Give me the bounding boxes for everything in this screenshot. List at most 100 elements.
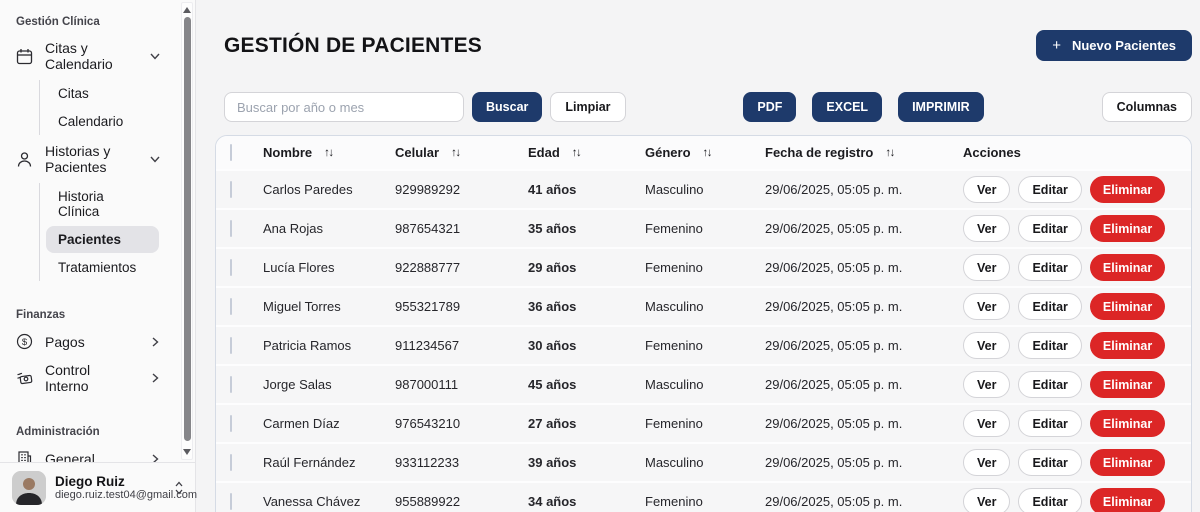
sidebar-item-label: Control Interno — [45, 362, 91, 394]
row-checkbox[interactable] — [230, 493, 232, 510]
col-header-acciones: Acciones — [963, 145, 1021, 160]
citas-sub-list: Citas Calendario — [39, 80, 159, 135]
delete-button[interactable]: Eliminar — [1089, 332, 1166, 359]
chevron-down-icon — [149, 153, 161, 165]
edit-button[interactable]: Editar — [1018, 449, 1082, 476]
sidebar-item-citas-calendario[interactable]: Citas y Calendario — [0, 34, 195, 78]
cell-age: 30 años — [528, 338, 577, 353]
cell-age: 45 años — [528, 377, 577, 392]
delete-button[interactable]: Eliminar — [1089, 176, 1166, 203]
sidebar-item-label: Historias y Pacientes — [45, 143, 111, 175]
search-button[interactable]: Buscar — [472, 92, 543, 122]
edit-button[interactable]: Editar — [1018, 410, 1082, 437]
row-checkbox[interactable] — [230, 259, 232, 276]
edit-button[interactable]: Editar — [1018, 371, 1082, 398]
sort-icon[interactable]: ↑↓ — [885, 147, 895, 159]
cell-phone: 987000111 — [395, 377, 459, 392]
user-name: Diego Ruiz — [55, 474, 125, 489]
delete-button[interactable]: Eliminar — [1089, 371, 1166, 398]
view-button[interactable]: Ver — [963, 293, 1011, 320]
cell-name: Carlos Paredes — [263, 182, 353, 197]
delete-button[interactable]: Eliminar — [1089, 215, 1166, 242]
cell-gender: Masculino — [645, 182, 704, 197]
edit-button[interactable]: Editar — [1018, 176, 1082, 203]
new-patient-button[interactable]: + Nuevo Pacientes — [1036, 30, 1192, 61]
view-button[interactable]: Ver — [963, 488, 1011, 512]
sidebar-item-historias-pacientes[interactable]: Historias y Pacientes — [0, 137, 195, 181]
view-button[interactable]: Ver — [963, 215, 1011, 242]
section-gestion-clinica: Gestión Clínica — [16, 16, 100, 28]
search-input[interactable] — [224, 92, 464, 122]
row-checkbox[interactable] — [230, 220, 232, 237]
sort-icon[interactable]: ↑↓ — [572, 147, 582, 159]
edit-button[interactable]: Editar — [1018, 332, 1082, 359]
row-checkbox[interactable] — [230, 454, 232, 471]
view-button[interactable]: Ver — [963, 371, 1011, 398]
delete-button[interactable]: Eliminar — [1089, 254, 1166, 281]
up-down-chevron-icon[interactable] — [173, 480, 185, 496]
delete-button[interactable]: Eliminar — [1089, 410, 1166, 437]
table-row: Ana Rojas 987654321 35 años Femenino 29/… — [216, 208, 1191, 247]
chevron-right-icon — [149, 372, 161, 384]
sort-icon[interactable]: ↑↓ — [703, 147, 713, 159]
select-all-checkbox[interactable] — [230, 144, 232, 161]
user-icon — [16, 151, 33, 168]
cell-name: Raúl Fernández — [263, 455, 356, 470]
dollar-circle-icon: $ — [16, 333, 33, 350]
sidebar-item-citas[interactable]: Citas — [46, 80, 159, 107]
delete-button[interactable]: Eliminar — [1089, 449, 1166, 476]
scroll-up-icon[interactable] — [182, 4, 192, 16]
sidebar-item-control-interno[interactable]: Control Interno — [0, 356, 195, 400]
table-row: Miguel Torres 955321789 36 años Masculin… — [216, 286, 1191, 325]
row-checkbox[interactable] — [230, 337, 232, 354]
row-checkbox[interactable] — [230, 181, 232, 198]
view-button[interactable]: Ver — [963, 449, 1011, 476]
delete-button[interactable]: Eliminar — [1089, 488, 1166, 512]
columns-button[interactable]: Columnas — [1101, 92, 1192, 122]
sidebar-item-historia-clinica[interactable]: Historia Clínica — [46, 183, 159, 225]
excel-button[interactable]: EXCEL — [812, 92, 883, 122]
table-row: Jorge Salas 987000111 45 años Masculino … — [216, 364, 1191, 403]
cell-phone: 955889922 — [395, 494, 461, 509]
sidebar-item-pacientes[interactable]: Pacientes — [46, 226, 159, 253]
col-header-nombre: Nombre — [263, 145, 313, 160]
row-checkbox[interactable] — [230, 376, 232, 393]
page-title: GESTIÓN DE PACIENTES — [224, 33, 482, 57]
row-checkbox[interactable] — [230, 415, 232, 432]
cell-phone: 911234567 — [395, 338, 460, 353]
clear-button[interactable]: Limpiar — [550, 92, 626, 122]
sort-icon[interactable]: ↑↓ — [324, 147, 334, 159]
section-administracion: Administración — [16, 426, 100, 438]
table-header-row: Nombre ↑↓ Celular ↑↓ Edad ↑↓ Género ↑↓ Fecha… — [216, 136, 1191, 169]
cell-gender: Masculino — [645, 377, 704, 392]
sort-icon[interactable]: ↑↓ — [451, 147, 461, 159]
plus-icon: + — [1052, 37, 1061, 54]
sidebar-scrollbar[interactable] — [181, 2, 193, 460]
view-button[interactable]: Ver — [963, 332, 1011, 359]
cell-date: 29/06/2025, 05:05 p. m. — [765, 182, 903, 197]
edit-button[interactable]: Editar — [1018, 488, 1082, 512]
user-email: diego.ruiz.test04@gmail.com — [55, 489, 198, 501]
cell-gender: Femenino — [645, 494, 703, 509]
section-finanzas: Finanzas — [16, 309, 66, 321]
print-button[interactable]: IMPRIMIR — [898, 92, 984, 122]
view-button[interactable]: Ver — [963, 410, 1011, 437]
scroll-down-icon[interactable] — [182, 446, 192, 458]
user-menu[interactable]: Diego Ruiz diego.ruiz.test04@gmail.com — [0, 462, 198, 512]
cell-gender: Masculino — [645, 455, 704, 470]
delete-button[interactable]: Eliminar — [1089, 293, 1166, 320]
view-button[interactable]: Ver — [963, 176, 1011, 203]
scrollbar-thumb[interactable] — [183, 17, 191, 441]
sidebar-item-calendario[interactable]: Calendario — [46, 108, 159, 135]
edit-button[interactable]: Editar — [1018, 215, 1082, 242]
row-checkbox[interactable] — [230, 298, 232, 315]
new-patient-label: Nuevo Pacientes — [1071, 38, 1176, 53]
cell-age: 34 años — [528, 494, 577, 509]
edit-button[interactable]: Editar — [1018, 293, 1082, 320]
pdf-button[interactable]: PDF — [743, 92, 797, 122]
cell-date: 29/06/2025, 05:05 p. m. — [765, 416, 903, 431]
sidebar-item-tratamientos[interactable]: Tratamientos — [46, 254, 159, 281]
sidebar-item-pagos[interactable]: $ Pagos — [0, 327, 195, 356]
view-button[interactable]: Ver — [963, 254, 1011, 281]
edit-button[interactable]: Editar — [1018, 254, 1082, 281]
